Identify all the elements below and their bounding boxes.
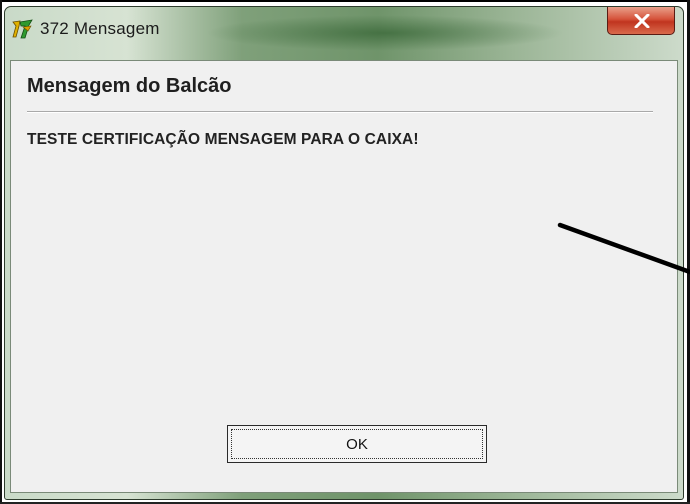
screenshot-canvas: 372 Mensagem Mensagem do Balcão TESTE CE… [0, 0, 690, 504]
annotation-arrow-line [557, 222, 690, 275]
